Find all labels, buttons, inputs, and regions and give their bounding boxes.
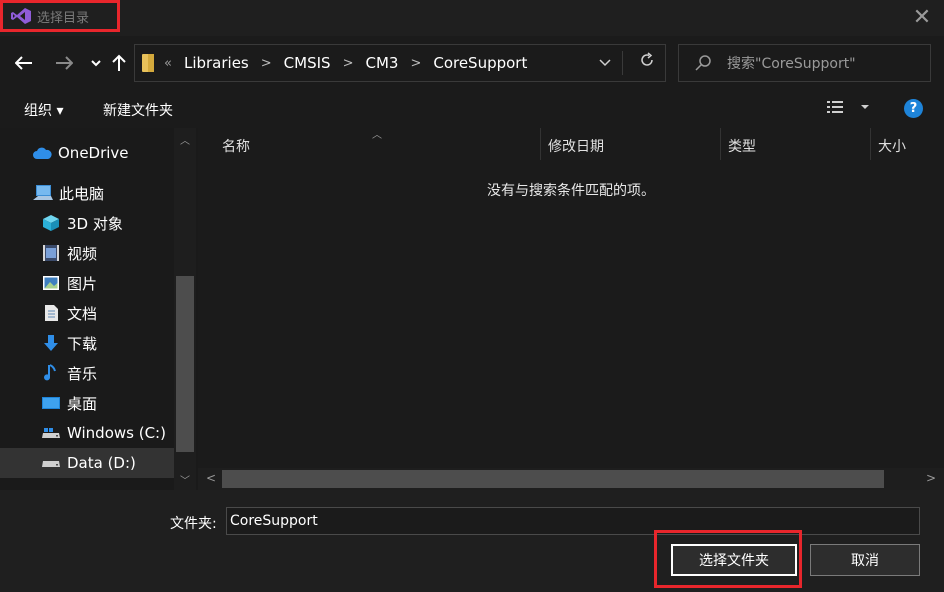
drive-icon bbox=[41, 453, 61, 473]
dialog-footer: 文件夹: 选择文件夹 取消 bbox=[0, 490, 944, 592]
sidebar-item-3d-objects[interactable]: 3D 对象 bbox=[0, 208, 174, 238]
document-icon bbox=[41, 303, 61, 323]
cube-icon bbox=[41, 213, 61, 233]
chevron-down-icon bbox=[861, 105, 869, 109]
details-view-icon bbox=[827, 101, 843, 113]
column-divider[interactable] bbox=[870, 128, 871, 160]
scroll-down-arrow-icon[interactable]: ﹀ bbox=[180, 472, 190, 487]
file-list: ︿ 名称 修改日期 类型 大小 没有与搜索条件匹配的项。 < > bbox=[198, 128, 944, 490]
breadcrumb-libraries[interactable]: Libraries bbox=[184, 54, 249, 72]
download-icon bbox=[41, 333, 61, 353]
sidebar-item-desktop[interactable]: 桌面 bbox=[0, 388, 174, 418]
desktop-icon bbox=[41, 393, 61, 413]
computer-icon bbox=[33, 183, 53, 203]
sidebar-item-data-d[interactable]: Data (D:) bbox=[0, 448, 174, 478]
divider bbox=[622, 51, 623, 75]
scrollbar-thumb[interactable] bbox=[176, 276, 194, 452]
chevron-down-icon bbox=[599, 59, 611, 67]
sort-ascending-icon: ︿ bbox=[372, 130, 382, 141]
column-header-size[interactable]: 大小 bbox=[878, 136, 906, 156]
sidebar-item-videos[interactable]: 视频 bbox=[0, 238, 174, 268]
refresh-icon bbox=[641, 52, 653, 66]
scrollbar-thumb[interactable] bbox=[222, 470, 884, 488]
column-header-name[interactable]: 名称 bbox=[222, 136, 250, 156]
scroll-left-arrow-icon[interactable]: < bbox=[206, 471, 216, 485]
command-toolbar: 组织 ▾ 新建文件夹 ? bbox=[0, 92, 944, 128]
navigation-pane: OneDrive 此电脑 3D 对象 视频 图片 文档 下载 音乐 桌面 Win… bbox=[0, 128, 197, 490]
sidebar-item-label: 下载 bbox=[67, 334, 98, 353]
sidebar-item-documents[interactable]: 文档 bbox=[0, 298, 174, 328]
folder-field-label: 文件夹: bbox=[170, 516, 217, 532]
organize-menu-button[interactable]: 组织 ▾ bbox=[24, 100, 63, 120]
folder-icon bbox=[142, 54, 154, 72]
sidebar-item-label: OneDrive bbox=[58, 144, 129, 162]
arrow-right-icon bbox=[56, 56, 73, 70]
recent-locations-button[interactable] bbox=[84, 50, 108, 76]
sidebar-item-this-pc[interactable]: 此电脑 bbox=[0, 178, 174, 208]
search-icon bbox=[695, 55, 711, 71]
window-title: 选择目录 bbox=[37, 10, 90, 26]
arrow-up-icon bbox=[112, 54, 126, 71]
search-input[interactable]: 搜索"CoreSupport" bbox=[727, 53, 856, 73]
sidebar-item-label: 3D 对象 bbox=[67, 214, 123, 233]
new-folder-button[interactable]: 新建文件夹 bbox=[103, 100, 173, 120]
music-icon bbox=[41, 363, 61, 383]
up-button[interactable] bbox=[107, 50, 131, 76]
breadcrumb-coresupport[interactable]: CoreSupport bbox=[433, 54, 527, 72]
sidebar-scrollbar[interactable]: ︿ ﹀ bbox=[174, 128, 196, 490]
sidebar-item-downloads[interactable]: 下载 bbox=[0, 328, 174, 358]
back-button[interactable] bbox=[12, 50, 36, 76]
refresh-button[interactable] bbox=[639, 52, 655, 73]
close-button[interactable]: ✕ bbox=[910, 6, 934, 30]
chevron-down-icon bbox=[91, 60, 101, 67]
cancel-button[interactable]: 取消 bbox=[810, 544, 920, 576]
sidebar-item-pictures[interactable]: 图片 bbox=[0, 268, 174, 298]
sidebar-item-label: 桌面 bbox=[67, 394, 98, 413]
navigation-bar: « Libraries > CMSIS > CM3 > CoreSupport … bbox=[0, 36, 944, 92]
breadcrumb-separator[interactable]: > bbox=[343, 56, 354, 71]
sidebar-item-label: 此电脑 bbox=[59, 184, 105, 203]
breadcrumb-overflow[interactable]: « bbox=[164, 56, 172, 71]
breadcrumb-cm3[interactable]: CM3 bbox=[365, 54, 398, 72]
breadcrumb-cmsis[interactable]: CMSIS bbox=[284, 54, 331, 72]
sidebar-item-label: 文档 bbox=[67, 304, 98, 323]
breadcrumb-separator[interactable]: > bbox=[261, 56, 272, 71]
column-divider[interactable] bbox=[720, 128, 721, 160]
visual-studio-icon bbox=[11, 8, 31, 24]
column-divider[interactable] bbox=[540, 128, 541, 160]
picture-icon bbox=[41, 273, 61, 293]
breadcrumb-separator[interactable]: > bbox=[410, 56, 421, 71]
address-dropdown-button[interactable] bbox=[599, 55, 611, 71]
empty-state-message: 没有与搜索条件匹配的项。 bbox=[487, 183, 655, 199]
column-header-date-modified[interactable]: 修改日期 bbox=[548, 136, 604, 156]
column-header-type[interactable]: 类型 bbox=[728, 136, 756, 156]
close-icon: ✕ bbox=[912, 5, 932, 30]
sidebar-item-onedrive[interactable]: OneDrive bbox=[0, 138, 174, 168]
scroll-right-arrow-icon[interactable]: > bbox=[926, 471, 936, 485]
address-bar[interactable]: « Libraries > CMSIS > CM3 > CoreSupport bbox=[134, 44, 666, 82]
sidebar-item-label: Windows (C:) bbox=[67, 424, 166, 442]
video-icon bbox=[41, 243, 61, 263]
search-box[interactable]: 搜索"CoreSupport" bbox=[678, 44, 931, 82]
title-highlight: 选择目录 bbox=[0, 0, 120, 32]
view-options-button[interactable] bbox=[826, 100, 870, 114]
sidebar-item-label: 视频 bbox=[67, 244, 98, 263]
cloud-icon bbox=[32, 143, 52, 163]
arrow-left-icon bbox=[15, 56, 32, 70]
select-folder-button[interactable]: 选择文件夹 bbox=[671, 544, 797, 576]
forward-button[interactable] bbox=[52, 50, 76, 76]
sidebar-item-music[interactable]: 音乐 bbox=[0, 358, 174, 388]
drive-icon bbox=[41, 423, 61, 443]
sidebar-item-label: Data (D:) bbox=[67, 454, 136, 472]
sidebar-item-label: 图片 bbox=[67, 274, 98, 293]
scroll-up-arrow-icon[interactable]: ︿ bbox=[180, 132, 190, 147]
help-button[interactable]: ? bbox=[904, 99, 923, 118]
title-bar: 选择目录 ✕ bbox=[0, 0, 944, 36]
sidebar-item-windows-c[interactable]: Windows (C:) bbox=[0, 418, 174, 448]
folder-name-field[interactable] bbox=[226, 507, 920, 535]
sidebar-item-label: 音乐 bbox=[67, 364, 98, 383]
horizontal-scrollbar[interactable]: < > bbox=[198, 468, 944, 490]
